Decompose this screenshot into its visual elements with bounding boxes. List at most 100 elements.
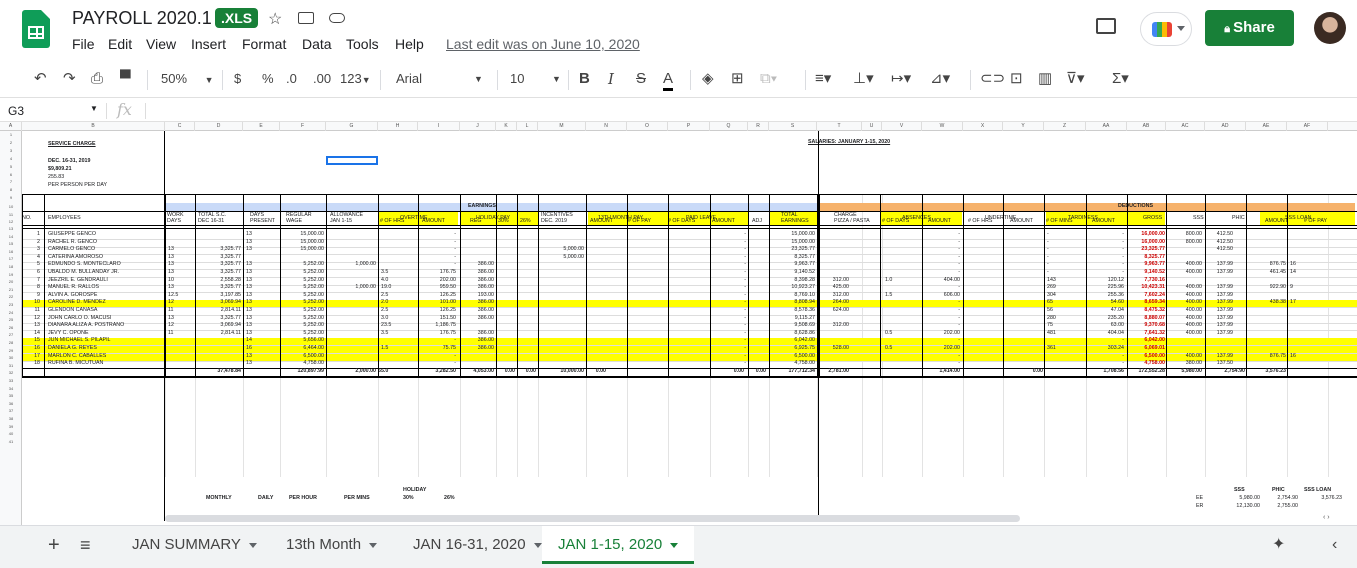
subheader-total_sc[interactable]: DEC 16-31 [198, 218, 224, 225]
total-y[interactable]: 0.00 [1003, 368, 1043, 375]
row-header[interactable]: 35 [0, 393, 22, 398]
footer-sss[interactable]: SSS [1234, 487, 1245, 494]
cell-s[interactable]: 9,140.52 [769, 269, 815, 276]
total-ac[interactable]: 5,980.00 [1166, 368, 1202, 375]
total-g[interactable]: 2,000.00 [326, 368, 376, 375]
cell-ad[interactable]: 137.99 [1205, 261, 1233, 268]
cell-y[interactable]: - [1047, 246, 1075, 253]
row-header[interactable]: 12 [0, 219, 22, 224]
decrease-decimal-button[interactable]: .0 [286, 70, 297, 88]
column-header[interactable]: AD [1205, 122, 1246, 131]
service-per[interactable]: PER PERSON PER DAY [48, 182, 107, 189]
cell-c[interactable]: 13 [168, 315, 196, 322]
row-header[interactable]: 10 [0, 204, 22, 209]
tab-jan-1-15[interactable]: JAN 1-15, 2020 [542, 526, 695, 564]
cell-y[interactable]: - [1047, 231, 1075, 238]
header-emp[interactable]: EMPLOYEES [48, 215, 81, 222]
cell-d[interactable]: 2,814.11 [195, 330, 241, 337]
row-header[interactable]: 29 [0, 348, 22, 353]
row-header[interactable]: 28 [0, 340, 22, 345]
column-header[interactable]: L [517, 122, 538, 131]
footer-30[interactable]: 30% [403, 495, 414, 502]
subheader[interactable]: REG [470, 218, 481, 225]
cell-i[interactable]: - [418, 231, 456, 238]
cell-aa[interactable]: 225.96 [1086, 284, 1124, 291]
cell-aa[interactable]: - [1086, 246, 1124, 253]
cell-aa[interactable]: 54.60 [1086, 299, 1124, 306]
column-header[interactable]: Q [710, 122, 748, 131]
cell-s[interactable]: 8,769.10 [769, 292, 815, 299]
row-header[interactable]: 41 [0, 439, 22, 444]
salaries-title[interactable]: SALARIES: JANUARY 1-15, 2020 [808, 139, 890, 146]
cell-w[interactable]: - [922, 246, 960, 253]
cell-p[interactable]: - [710, 261, 746, 268]
cell-i[interactable]: 101.00 [418, 299, 456, 306]
cell-y[interactable]: - [1047, 239, 1075, 246]
cell-s[interactable]: 8,325.77 [769, 254, 815, 261]
row-header[interactable]: 6 [0, 172, 22, 177]
cell-j[interactable]: 386.00 [460, 337, 494, 344]
total-l[interactable]: 0.00 [517, 368, 536, 375]
cell-s[interactable]: 8,578.36 [769, 307, 815, 314]
employee-name[interactable]: DIANARA ALIZA A. POSTRANO [48, 322, 124, 329]
cell-ac[interactable]: 400.00 [1166, 353, 1202, 360]
total-n[interactable]: 0.00 [586, 368, 606, 375]
cell-aa[interactable]: - [1086, 231, 1124, 238]
cell-e[interactable]: 14 [246, 337, 281, 344]
cell-f[interactable]: 15,000.00 [280, 246, 324, 253]
row-header[interactable]: 23 [0, 302, 22, 307]
employee-name[interactable]: RACHEL R. GENCO [48, 239, 97, 246]
cell-y[interactable]: 361 [1047, 345, 1075, 352]
row-header[interactable]: 25 [0, 317, 22, 322]
cell-ac[interactable]: 400.00 [1166, 330, 1202, 337]
cell-i[interactable]: 126.25 [418, 292, 456, 299]
cell-e[interactable]: 13 [246, 284, 281, 291]
cell-p[interactable]: - [710, 322, 746, 329]
cell-e[interactable]: 13 [246, 330, 281, 337]
cell-ac[interactable]: 400.00 [1166, 261, 1202, 268]
cell-e[interactable]: 13 [246, 322, 281, 329]
column-header[interactable]: E [243, 122, 280, 131]
employee-name[interactable]: RUFINA B. MICUTUAN [48, 360, 103, 367]
subheader-charge[interactable]: PIZZA / PASTA [834, 218, 870, 225]
collapse-icon[interactable]: ‹ [1332, 526, 1337, 564]
total-i[interactable]: 3,282.50 [418, 368, 456, 375]
header-gross[interactable]: GROSS [1143, 215, 1162, 222]
total-h[interactable]: 65.0 [378, 368, 404, 375]
row-number[interactable]: 8 [22, 284, 40, 291]
footer-ee-loan[interactable]: 3,576.23 [1302, 495, 1342, 502]
cell-aa[interactable]: 63.00 [1086, 322, 1124, 329]
cell-ab[interactable]: 16,000.00 [1127, 231, 1165, 238]
rotate-icon[interactable]: ⊿▾ [930, 70, 950, 88]
last-edit-link[interactable]: Last edit was on June 10, 2020 [446, 36, 640, 52]
subheader[interactable]: # OF DAYS [668, 218, 695, 225]
cell-ae[interactable]: 876.75 [1246, 353, 1286, 360]
cell-p[interactable]: - [710, 277, 746, 284]
subheader[interactable]: 30% [498, 218, 509, 225]
increase-decimal-button[interactable]: .00 [313, 70, 331, 88]
cell-w[interactable]: - [922, 269, 960, 276]
footer-holiday[interactable]: HOLIDAY [403, 487, 426, 494]
menu-file[interactable]: File [72, 36, 95, 52]
cell-f[interactable]: 5,252.00 [280, 299, 324, 306]
cell-s[interactable]: 23,325.77 [769, 246, 815, 253]
row-number[interactable]: 17 [22, 353, 40, 360]
cell-ab[interactable]: 8,475.32 [1127, 307, 1165, 314]
footer-ee-phic[interactable]: 2,754.90 [1260, 495, 1298, 502]
sheet-cells[interactable]: SERVICE CHARGE DEC. 16-31, 2019 $9,809.21 2… [22, 131, 1357, 525]
cell-s[interactable]: 15,000.00 [769, 231, 815, 238]
cell-c[interactable]: 12 [168, 322, 196, 329]
subheader[interactable]: # OF HRS [380, 218, 404, 225]
cell-aa[interactable]: 235.20 [1086, 315, 1124, 322]
document-title[interactable]: PAYROLL 2020.1 [72, 8, 212, 29]
cell-c[interactable]: 13 [168, 261, 196, 268]
column-header[interactable]: A [0, 122, 22, 131]
column-header[interactable]: M [538, 122, 586, 131]
cell-y[interactable]: 481 [1047, 330, 1075, 337]
cell-h[interactable]: 19.0 [381, 284, 407, 291]
row-number[interactable]: 10 [22, 299, 40, 306]
zoom-select[interactable]: 50% ▼ [161, 70, 214, 89]
strikethrough-icon[interactable]: S [636, 70, 646, 88]
cell-ac[interactable]: 400.00 [1166, 315, 1202, 322]
cell-w[interactable]: - [922, 284, 960, 291]
